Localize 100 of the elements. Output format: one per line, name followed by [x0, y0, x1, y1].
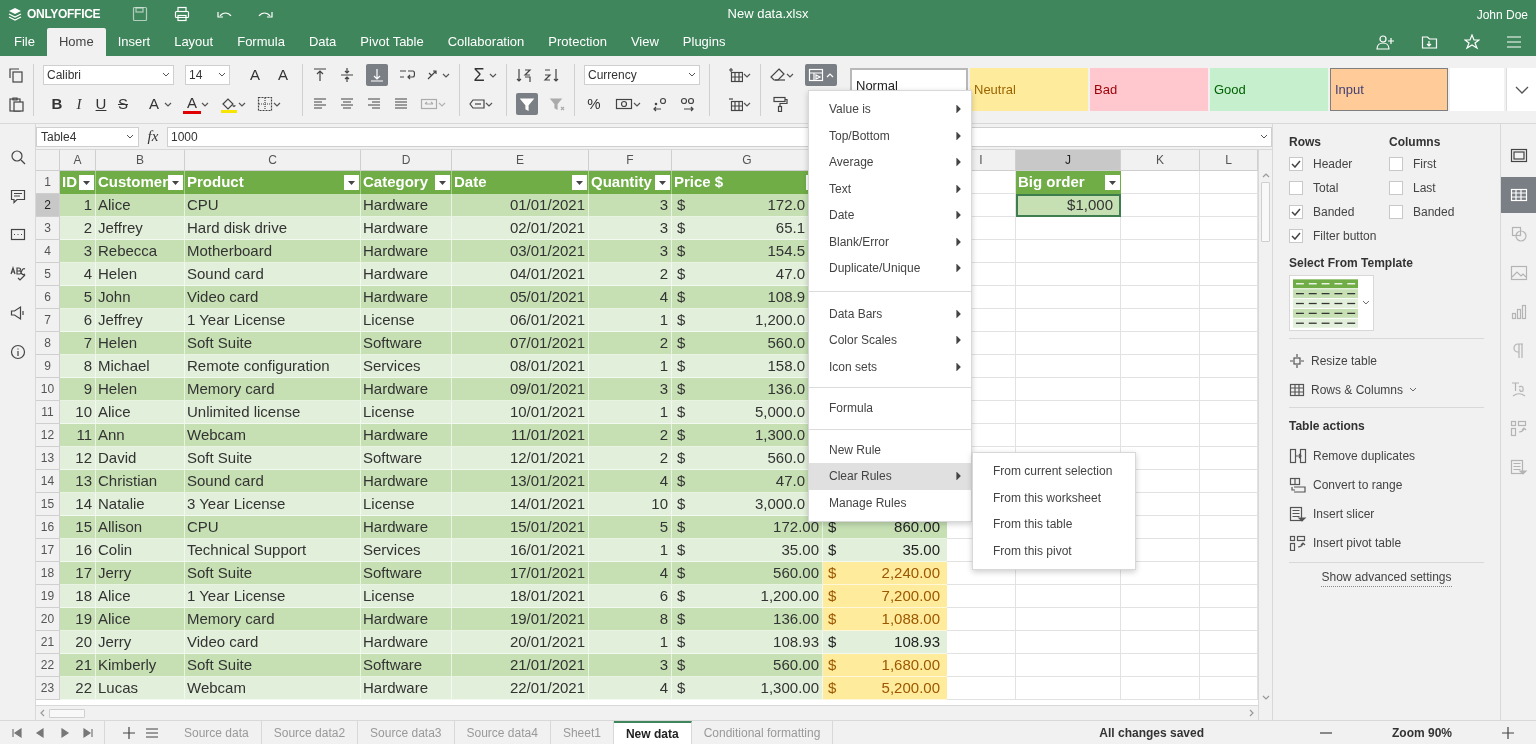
row-header[interactable]: 15: [36, 493, 60, 516]
name-box[interactable]: Table4: [36, 126, 139, 147]
row-header[interactable]: 14: [36, 470, 60, 493]
cell-style-swatch[interactable]: Neutral: [970, 68, 1088, 111]
menu-item[interactable]: Blank/Error: [809, 228, 971, 255]
row-header[interactable]: 12: [36, 424, 60, 447]
row-header[interactable]: 19: [36, 585, 60, 608]
menu-item[interactable]: Color Scales: [809, 327, 971, 354]
table-cell-text: 2: [659, 263, 669, 284]
menu-item[interactable]: From this worksheet: [973, 484, 1135, 511]
menu-tab[interactable]: Protection: [536, 28, 619, 56]
sheet-tab[interactable]: New data: [613, 721, 692, 744]
column-header[interactable]: F: [589, 150, 672, 171]
currency-symbol: $: [828, 654, 837, 675]
font-color-glyph[interactable]: A: [183, 94, 201, 114]
menu-tab[interactable]: View: [618, 28, 671, 56]
row-header[interactable]: 23: [36, 677, 60, 700]
table-cell-text: Sound card: [186, 263, 264, 284]
table-cell-text: License: [362, 401, 415, 422]
menu-item[interactable]: From this pivot: [973, 537, 1135, 564]
menu-item[interactable]: From current selection: [973, 458, 1135, 485]
percent-glyph[interactable]: %: [584, 94, 604, 114]
menu-tab[interactable]: Formula: [225, 28, 297, 56]
resize-table-link[interactable]: Resize table: [1289, 346, 1484, 375]
sum-glyph[interactable]: Σ: [469, 65, 489, 85]
column-header[interactable]: C: [185, 150, 361, 171]
column-header[interactable]: E: [452, 150, 589, 171]
row-header[interactable]: 5: [36, 263, 60, 286]
menu-tab[interactable]: File: [2, 28, 47, 56]
font-select[interactable]: Calibri: [43, 65, 174, 85]
table-cell-text: License: [362, 309, 415, 330]
row-header[interactable]: 17: [36, 539, 60, 562]
menu-tab[interactable]: Collaboration: [435, 28, 537, 56]
row-header[interactable]: 9: [36, 355, 60, 378]
column-header[interactable]: K: [1121, 150, 1200, 171]
column-header[interactable]: L: [1200, 150, 1258, 171]
table-cell-text: Hardware: [362, 631, 429, 652]
cell-style-swatch[interactable]: Bad: [1090, 68, 1208, 111]
table-action-link[interactable]: Insert slicer: [1289, 499, 1484, 528]
row-header[interactable]: 4: [36, 240, 60, 263]
menu-item[interactable]: New Rule: [809, 436, 971, 463]
strike-glyph[interactable]: S: [113, 94, 133, 114]
underline-glyph[interactable]: U: [91, 94, 111, 114]
column-header[interactable]: B: [96, 150, 185, 171]
column-header[interactable]: D: [361, 150, 452, 171]
row-header[interactable]: 13: [36, 447, 60, 470]
row-header[interactable]: 3: [36, 217, 60, 240]
italic-glyph[interactable]: I: [69, 94, 89, 114]
table-action-link[interactable]: Convert to range: [1289, 470, 1484, 499]
menu-item[interactable]: Date: [809, 202, 971, 229]
cell-style-swatch[interactable]: Good: [1210, 68, 1328, 111]
table-cell-text: 17/01/2021: [509, 562, 586, 583]
row-header[interactable]: 7: [36, 309, 60, 332]
insert-function-button[interactable]: fx: [143, 126, 163, 147]
advanced-settings-link[interactable]: Show advanced settings: [1321, 568, 1452, 587]
menu-tab[interactable]: Plugins: [670, 28, 738, 56]
rows-columns-link[interactable]: Rows & Columns: [1289, 375, 1484, 404]
menu-item[interactable]: Text: [809, 175, 971, 202]
row-header[interactable]: 20: [36, 608, 60, 631]
menu-tab[interactable]: Pivot Table: [348, 28, 436, 56]
menu-item[interactable]: Manage Rules: [809, 489, 971, 516]
cell-style-swatch[interactable]: Input: [1330, 68, 1448, 111]
grow-font-glyph[interactable]: A: [245, 65, 265, 85]
menu-tab[interactable]: Layout: [162, 28, 226, 56]
criteria-cell[interactable]: $1,000: [1016, 194, 1121, 217]
row-header[interactable]: 6: [36, 286, 60, 309]
menu-item[interactable]: Clear Rules: [809, 463, 971, 490]
currency-symbol: $: [677, 585, 686, 606]
menu-item[interactable]: Data Bars: [809, 300, 971, 327]
row-header[interactable]: 1: [36, 171, 60, 194]
shrink-font-glyph[interactable]: A: [273, 65, 293, 85]
row-header[interactable]: 22: [36, 654, 60, 677]
bold-glyph[interactable]: B: [47, 94, 67, 114]
row-header[interactable]: 8: [36, 332, 60, 355]
number-format-select[interactable]: Currency: [584, 65, 700, 85]
menu-tab[interactable]: Home: [46, 28, 106, 56]
menu-item[interactable]: Duplicate/Unique: [809, 255, 971, 282]
column-title: Product: [187, 172, 244, 193]
table-cell-text: 1 Year License: [186, 309, 286, 330]
row-header[interactable]: 16: [36, 516, 60, 539]
table-action-link[interactable]: Remove duplicates: [1289, 441, 1484, 470]
table-cell-text: Natalie: [97, 493, 145, 514]
row-header[interactable]: 21: [36, 631, 60, 654]
menu-tab[interactable]: Insert: [105, 28, 163, 56]
menu-item[interactable]: Icon sets: [809, 353, 971, 380]
menu-tab[interactable]: Data: [296, 28, 349, 56]
menu-item[interactable]: From this table: [973, 511, 1135, 538]
row-header[interactable]: 11: [36, 401, 60, 424]
row-header[interactable]: 2: [36, 194, 60, 217]
menu-item[interactable]: Formula: [809, 395, 971, 422]
table-action-link[interactable]: Insert pivot table: [1289, 528, 1484, 557]
subscript-glyph[interactable]: A: [144, 94, 164, 114]
column-title: Date: [454, 172, 487, 193]
currency-symbol: $: [677, 470, 686, 491]
font-size-select[interactable]: 14: [185, 65, 230, 85]
checkbox-label: Banded: [1313, 204, 1355, 221]
row-header[interactable]: 18: [36, 562, 60, 585]
row-header[interactable]: 10: [36, 378, 60, 401]
column-header[interactable]: J: [1016, 150, 1121, 171]
column-header[interactable]: A: [60, 150, 96, 171]
